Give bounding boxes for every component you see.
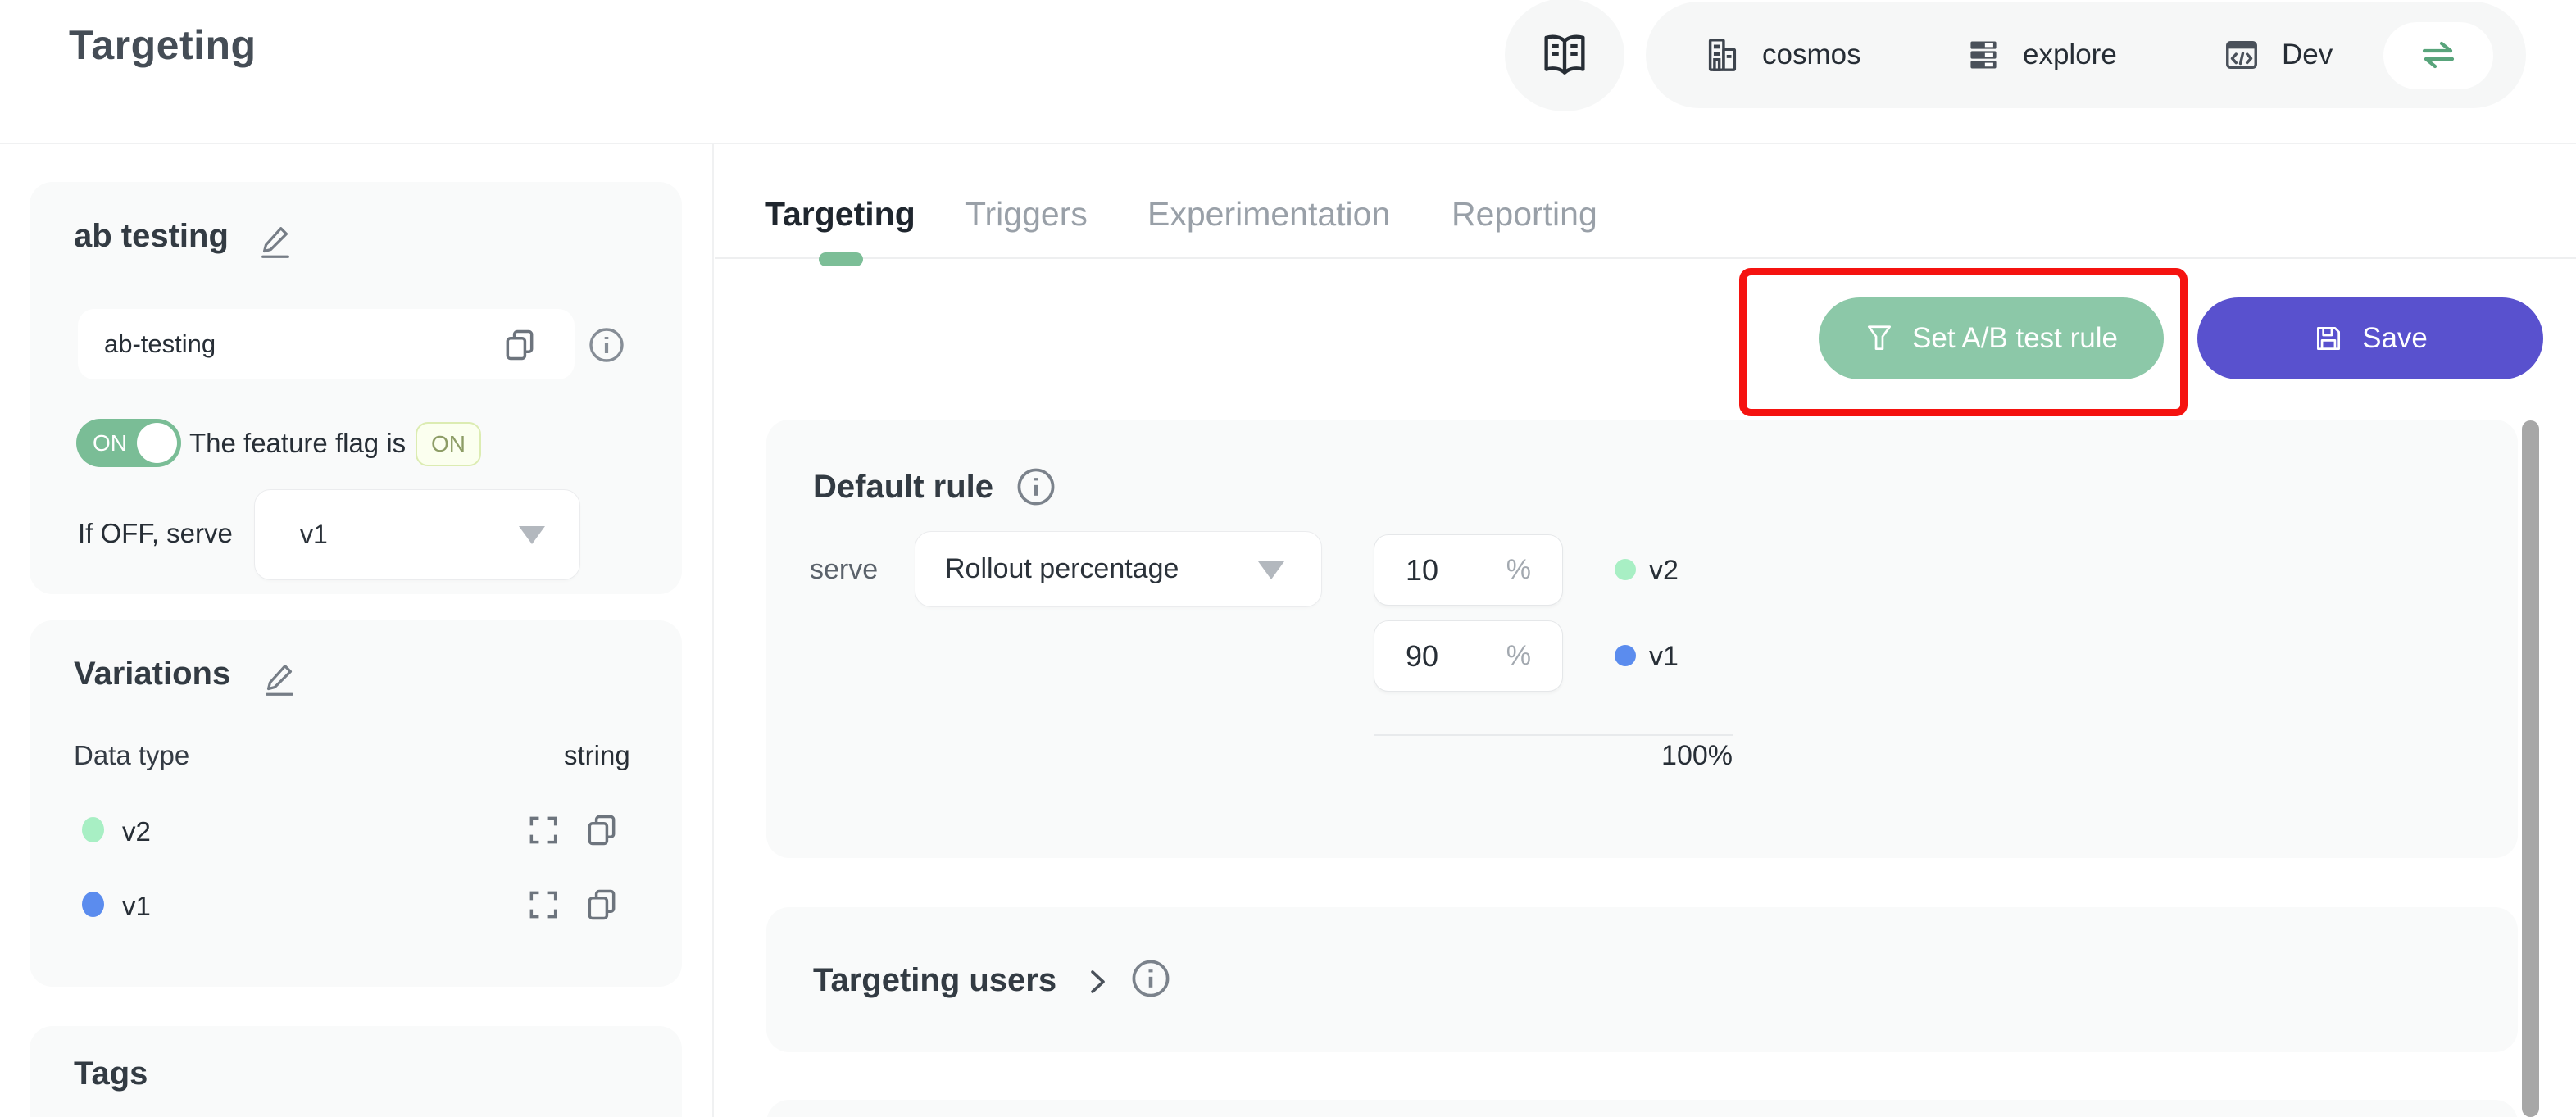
docs-button[interactable] <box>1505 0 1624 111</box>
edit-variations-icon[interactable] <box>261 661 298 698</box>
variation-color-dot <box>1615 645 1636 666</box>
breadcrumb-environment[interactable]: Dev <box>2223 2 2333 108</box>
flag-status-badge: ON <box>416 422 481 466</box>
copy-variation-icon[interactable] <box>584 812 620 848</box>
off-serve-value: v1 <box>300 520 328 550</box>
breadcrumb-organization[interactable]: cosmos <box>1703 2 1861 108</box>
default-rule-title: Default rule <box>813 469 993 506</box>
rollout-variation-name: v2 <box>1649 555 1679 587</box>
data-type-label: Data type <box>74 740 189 771</box>
breadcrumb-organization-label: cosmos <box>1762 39 1861 71</box>
variation-color-dot <box>1615 559 1636 580</box>
off-serve-label: If OFF, serve <box>78 518 233 549</box>
building-icon <box>1703 36 1741 74</box>
chevron-down-icon <box>519 526 545 544</box>
rollout-percentage-input[interactable]: 10 % <box>1374 534 1563 606</box>
breadcrumb-environment-label: Dev <box>2282 39 2333 71</box>
active-tab-indicator <box>819 252 863 266</box>
switch-environment-button[interactable] <box>2383 22 2493 89</box>
expand-variation-icon[interactable] <box>525 887 561 923</box>
book-icon <box>1541 31 1588 79</box>
swap-arrows-icon <box>2416 37 2460 75</box>
off-serve-select[interactable]: v1 <box>254 489 580 580</box>
save-label: Save <box>2362 322 2428 355</box>
tags-title: Tags <box>74 1056 148 1092</box>
chevron-down-icon <box>1258 561 1284 579</box>
rollout-value: 90 <box>1406 639 1438 674</box>
chevron-right-icon[interactable] <box>1084 965 1111 998</box>
dispatch-method-select[interactable]: Rollout percentage <box>915 531 1322 607</box>
variation-color-dot <box>82 892 104 917</box>
targeting-users-title: Targeting users <box>813 962 1056 999</box>
sidebar-divider <box>712 144 714 1117</box>
default-rule-info-icon[interactable] <box>1015 465 1057 508</box>
flag-key-value: ab-testing <box>104 329 216 359</box>
variation-name: v1 <box>122 891 151 922</box>
server-stack-icon <box>1965 36 2001 74</box>
variations-title: Variations <box>74 656 230 692</box>
feature-flag-toggle[interactable]: ON <box>76 419 181 467</box>
expand-variation-icon[interactable] <box>525 812 561 848</box>
copy-flag-key-icon[interactable] <box>502 327 538 363</box>
breadcrumb-project[interactable]: explore <box>1965 2 2117 108</box>
targeting-users-info-icon[interactable] <box>1129 957 1172 1000</box>
tab-reporting[interactable]: Reporting <box>1452 195 1597 234</box>
flag-name: ab testing <box>74 218 229 255</box>
breadcrumb: cosmos explore <box>1646 2 2526 108</box>
data-type-value: string <box>564 740 630 771</box>
serve-label: serve <box>810 554 878 586</box>
header-divider <box>0 143 2576 144</box>
variation-name: v2 <box>122 816 151 847</box>
copy-variation-icon[interactable] <box>584 887 620 923</box>
vertical-scrollbar-thumb[interactable] <box>2522 420 2539 1117</box>
toggle-on-label: ON <box>93 430 127 456</box>
save-button[interactable]: Save <box>2197 297 2543 379</box>
rollout-total: 100% <box>1598 740 1733 772</box>
variation-color-dot <box>82 817 104 842</box>
percent-sign: % <box>1506 640 1531 672</box>
tab-targeting[interactable]: Targeting <box>765 195 915 234</box>
code-window-icon <box>2223 36 2260 74</box>
feature-flag-page: Targeting cosmos <box>0 0 2576 1117</box>
rollout-variation-name: v1 <box>1649 641 1679 673</box>
percent-sign: % <box>1506 554 1531 586</box>
breadcrumb-project-label: explore <box>2023 39 2117 71</box>
tabs-divider <box>715 257 2576 259</box>
tab-triggers[interactable]: Triggers <box>965 195 1088 234</box>
flag-key-field[interactable]: ab-testing <box>78 309 575 379</box>
page-title: Targeting <box>69 21 257 69</box>
save-icon <box>2313 323 2344 354</box>
annotation-highlight-box <box>1739 268 2188 416</box>
edit-flag-name-icon[interactable] <box>257 223 294 261</box>
rollout-value: 10 <box>1406 553 1438 588</box>
rollout-sum-divider <box>1374 734 1733 736</box>
rollout-percentage-input[interactable]: 90 % <box>1374 620 1563 692</box>
dispatch-method-value: Rollout percentage <box>945 553 1179 585</box>
flag-status-text: The feature flag is <box>189 428 406 459</box>
toggle-knob <box>137 423 177 463</box>
tab-experimentation[interactable]: Experimentation <box>1147 195 1390 234</box>
flag-key-info-icon[interactable] <box>587 325 626 365</box>
next-section-card <box>766 1100 2518 1117</box>
